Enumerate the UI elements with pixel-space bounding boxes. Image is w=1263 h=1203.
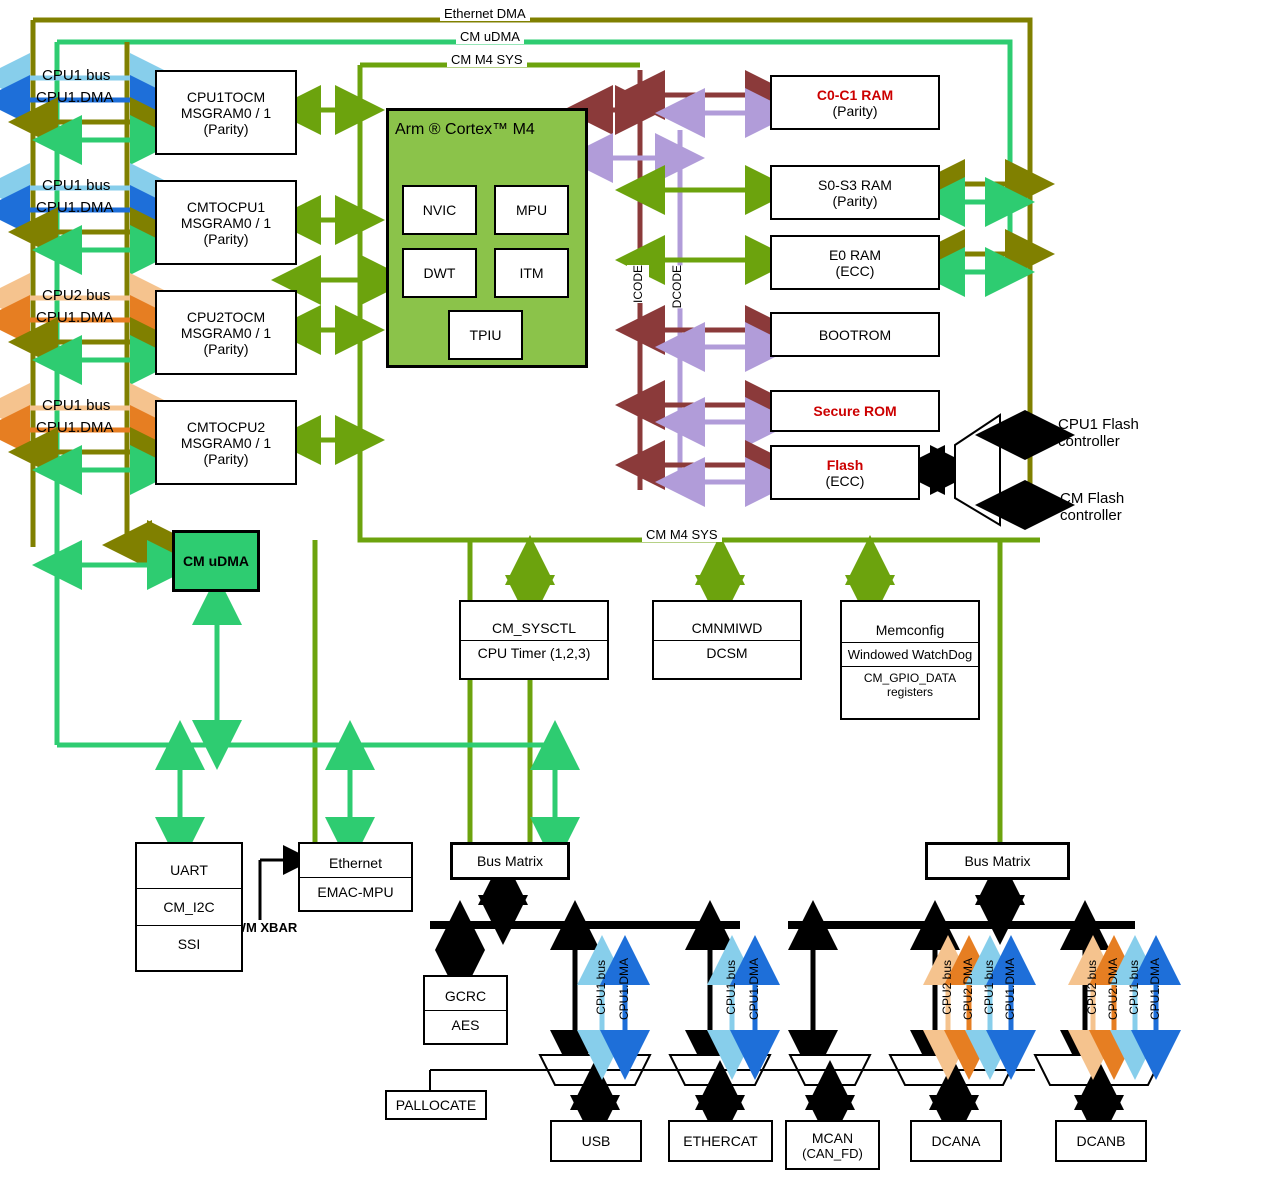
- ext-cpu1-bus-4: CPU1 bus: [42, 397, 110, 414]
- mux5-cpu2dma: CPU2.DMA: [1106, 958, 1120, 1020]
- block-mcan: MCAN (CAN_FD): [785, 1120, 880, 1170]
- block-s0s3-ram: S0-S3 RAM (Parity): [770, 165, 940, 220]
- txt: (Parity): [832, 103, 877, 119]
- block-flash: Flash (ECC): [770, 445, 920, 500]
- flash-ctrl-cpu1: CPU1 Flash controller: [1058, 416, 1178, 450]
- block-ethernet-stack: Ethernet EMAC-MPU: [298, 842, 413, 912]
- block-cmtocpu1: CMTOCPU1 MSGRAM0 / 1 (Parity): [155, 180, 297, 265]
- txt: MSGRAM0 / 1: [181, 215, 271, 231]
- txt: Ethernet: [300, 849, 411, 878]
- txt: CMTOCPU2: [187, 419, 265, 435]
- txt: C0-C1 RAM: [817, 87, 893, 103]
- block-usb: USB: [550, 1120, 642, 1162]
- txt: EMAC-MPU: [300, 878, 411, 906]
- block-dwt: DWT: [402, 248, 477, 298]
- block-cm-udma: CM uDMA: [172, 530, 260, 592]
- block-mpu: MPU: [494, 185, 569, 235]
- txt: (Parity): [203, 341, 248, 357]
- txt: CMNMIWD: [654, 616, 800, 641]
- flash-ctrl-cm: CM Flash controller: [1060, 490, 1180, 524]
- block-c0c1-ram: C0-C1 RAM (Parity): [770, 75, 940, 130]
- block-ethercat: ETHERCAT: [668, 1120, 773, 1162]
- txt: (CAN_FD): [802, 1146, 863, 1161]
- ext-cpu1-dma-3: CPU1.DMA: [36, 309, 114, 326]
- txt: DCSM: [654, 641, 800, 665]
- bus-label-cm-udma: CM uDMA: [456, 29, 524, 44]
- mux4-cpu1bus: CPU1 bus: [982, 960, 996, 1015]
- txt: MSGRAM0 / 1: [181, 435, 271, 451]
- txt: CPU1TOCM: [187, 89, 265, 105]
- txt: (ECC): [836, 263, 875, 279]
- block-gcrc-aes: GCRC AES: [423, 975, 508, 1045]
- block-cm-sysctl: CM_SYSCTL CPU Timer (1,2,3): [459, 600, 609, 680]
- mux4-cpu1dma: CPU1.DMA: [1003, 958, 1017, 1020]
- block-dcanb: DCANB: [1055, 1120, 1147, 1162]
- block-cpu1tocm: CPU1TOCM MSGRAM0 / 1 (Parity): [155, 70, 297, 155]
- bus-label-cm-m4-sys: CM M4 SYS: [447, 52, 527, 67]
- ext-cpu1-bus-2: CPU1 bus: [42, 177, 110, 194]
- txt: GCRC: [425, 982, 506, 1011]
- block-memconfig: Memconfig Windowed WatchDog CM_GPIO_DATA…: [840, 600, 980, 720]
- txt: BOOTROM: [819, 327, 891, 343]
- txt: CMTOCPU1: [187, 199, 265, 215]
- cortex-title: Arm ® Cortex™ M4: [389, 121, 535, 139]
- txt: (Parity): [203, 231, 248, 247]
- mux4-cpu2bus: CPU2 bus: [940, 960, 954, 1015]
- txt: CM_I2C: [137, 889, 241, 926]
- bus-label-icode: ICODE: [627, 265, 649, 303]
- block-tpiu: TPIU: [448, 310, 523, 360]
- txt: AES: [425, 1011, 506, 1039]
- ext-cpu1-dma-2: CPU1.DMA: [36, 199, 114, 216]
- block-bootrom: BOOTROM: [770, 312, 940, 357]
- block-cpu2tocm: CPU2TOCM MSGRAM0 / 1 (Parity): [155, 290, 297, 375]
- txt: UART: [137, 852, 241, 889]
- txt: (Parity): [832, 193, 877, 209]
- mux2-cpu1bus: CPU1 bus: [724, 960, 738, 1015]
- txt: MCAN: [812, 1130, 853, 1146]
- block-comm-stack: UART CM_I2C SSI: [135, 842, 243, 972]
- ext-cpu2-bus-3: CPU2 bus: [42, 287, 110, 304]
- ext-cpu1-bus-1: CPU1 bus: [42, 67, 110, 84]
- txt: CM_GPIO_DATA registers: [842, 667, 978, 703]
- mux1-cpu1bus: CPU1 bus: [594, 960, 608, 1015]
- bus-label-cm-m4-sys-2: CM M4 SYS: [642, 527, 722, 542]
- block-bus-matrix-1: Bus Matrix: [450, 842, 570, 880]
- txt: S0-S3 RAM: [818, 177, 892, 193]
- txt: E0 RAM: [829, 247, 881, 263]
- bus-label-eth-dma: Ethernet DMA: [440, 6, 530, 21]
- txt: MSGRAM0 / 1: [181, 105, 271, 121]
- bus-label-dcode: DCODE: [666, 265, 688, 308]
- txt: MSGRAM0 / 1: [181, 325, 271, 341]
- txt: Memconfig: [842, 618, 978, 643]
- mux5-cpu1bus: CPU1 bus: [1127, 960, 1141, 1015]
- block-bus-matrix-2: Bus Matrix: [925, 842, 1070, 880]
- mux5-cpu2bus: CPU2 bus: [1085, 960, 1099, 1015]
- txt: Flash: [827, 457, 864, 473]
- ext-cpu1-dma-4: CPU1.DMA: [36, 419, 114, 436]
- block-cmnmiwd: CMNMIWD DCSM: [652, 600, 802, 680]
- txt: (Parity): [203, 451, 248, 467]
- mux4-cpu2dma: CPU2.DMA: [961, 958, 975, 1020]
- block-cmtocpu2: CMTOCPU2 MSGRAM0 / 1 (Parity): [155, 400, 297, 485]
- block-nvic: NVIC: [402, 185, 477, 235]
- txt: CPU Timer (1,2,3): [461, 641, 607, 665]
- mux5-cpu1dma: CPU1.DMA: [1148, 958, 1162, 1020]
- txt: CPU2TOCM: [187, 309, 265, 325]
- txt: CM_SYSCTL: [461, 616, 607, 641]
- block-secure-rom: Secure ROM: [770, 390, 940, 432]
- block-e0-ram: E0 RAM (ECC): [770, 235, 940, 290]
- mux2-cpu1dma: CPU1.DMA: [747, 958, 761, 1020]
- ext-cpu1-dma-1: CPU1.DMA: [36, 89, 114, 106]
- block-pallocate: PALLOCATE: [385, 1090, 487, 1120]
- txt: (ECC): [826, 473, 865, 489]
- block-itm: ITM: [494, 248, 569, 298]
- txt: Windowed WatchDog: [842, 643, 978, 667]
- txt: Secure ROM: [813, 403, 896, 419]
- block-dcana: DCANA: [910, 1120, 1002, 1162]
- mux1-cpu1dma: CPU1.DMA: [617, 958, 631, 1020]
- txt: (Parity): [203, 121, 248, 137]
- txt: SSI: [137, 926, 241, 962]
